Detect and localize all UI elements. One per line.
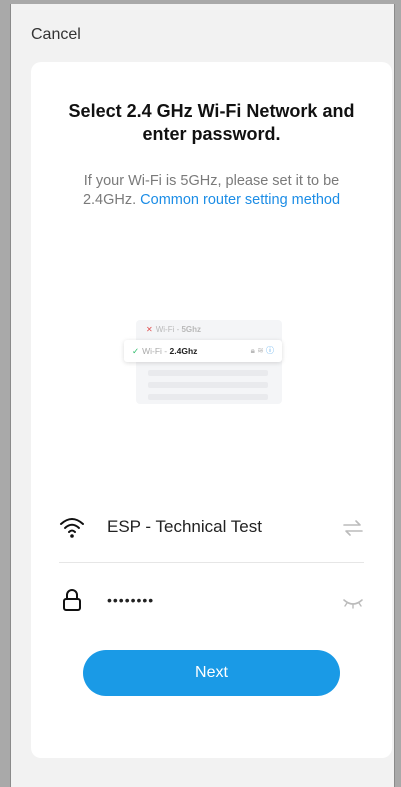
illustration-placeholder-dot (262, 394, 268, 400)
illustration-placeholder-line (148, 394, 268, 400)
illustration-row-5ghz: ✕ Wi-Fi - 5Ghz (146, 325, 202, 334)
eye-closed-icon[interactable] (342, 596, 364, 614)
illustration-placeholder-dot (262, 370, 268, 376)
wifi-setup-card: Select 2.4 GHz Wi-Fi Network and enter p… (31, 62, 392, 758)
lock-icon (59, 587, 85, 613)
router-setting-link[interactable]: Common router setting method (140, 192, 340, 208)
switch-arrows-icon[interactable] (342, 519, 364, 537)
check-icon: ✓ (132, 346, 140, 356)
illustration-placeholder-line (148, 370, 268, 376)
illustration-placeholder-line (148, 382, 268, 388)
page-title: Select 2.4 GHz Wi-Fi Network and enter p… (68, 101, 355, 144)
app-frame: Cancel Select 2.4 GHz Wi-Fi Network and … (10, 4, 395, 787)
cross-icon: ✕ (146, 325, 153, 334)
wifi-ssid: ESP - Technical Test (107, 517, 262, 536)
field-divider (59, 562, 364, 563)
illustration-row-24ghz: ✓ Wi-Fi - 2.4Ghz 🔒︎ ≋ ⓘ (124, 340, 282, 362)
subtitle: If your Wi-Fi is 5GHz, please set it to … (31, 172, 392, 210)
wifi-band-illustration: ✕ Wi-Fi - 5Ghz ✓ Wi-Fi - 2.4Ghz 🔒︎ ≋ ⓘ (124, 320, 282, 404)
wifi-network-field[interactable]: ESP - Technical Test (59, 507, 364, 547)
next-button[interactable]: Next (83, 650, 340, 696)
info-icon: ⓘ (266, 346, 274, 355)
illustration-placeholder-dot (262, 382, 268, 388)
password-value[interactable]: •••••••• (107, 592, 154, 608)
cancel-button[interactable]: Cancel (31, 26, 81, 44)
wifi-icon (59, 514, 85, 540)
password-field[interactable]: •••••••• (59, 580, 364, 620)
illustration-status-icons: 🔒︎ ≋ ⓘ (250, 346, 274, 355)
